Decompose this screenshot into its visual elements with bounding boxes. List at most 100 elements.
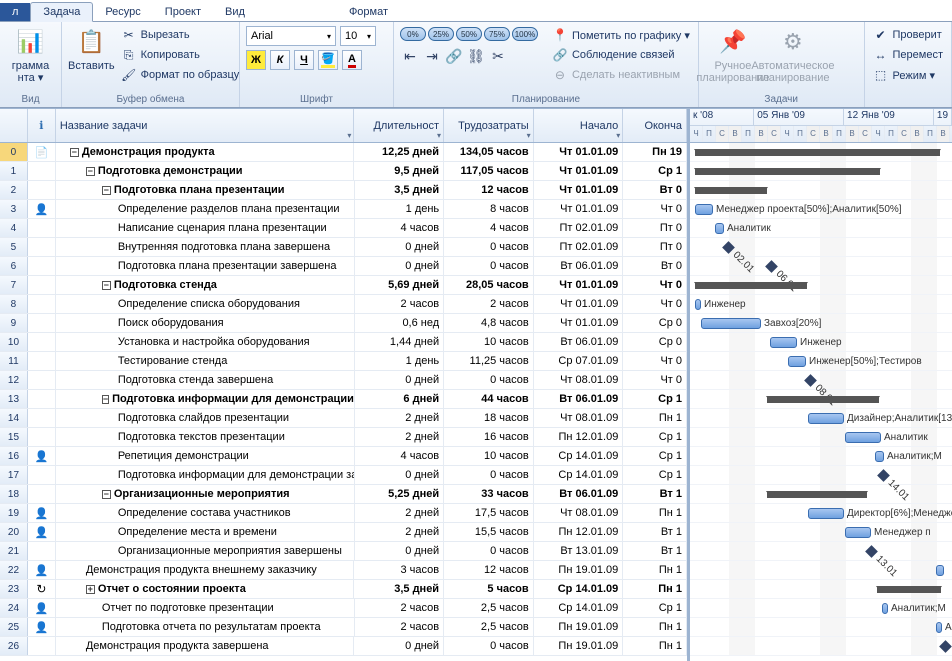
task-row[interactable]: 15Подготовка текстов презентации2 дней16…: [0, 428, 687, 447]
corner-cell[interactable]: [0, 109, 28, 142]
milestone[interactable]: 02.01: [722, 241, 735, 254]
gantt-body[interactable]: Менеджер проекта[50%];Аналитик[50%]Анали…: [690, 143, 952, 656]
pct-100-button[interactable]: 100%: [512, 27, 538, 41]
work-header[interactable]: Трудозатраты▾: [444, 109, 534, 142]
summary-bar[interactable]: [767, 396, 879, 403]
task-row[interactable]: 18−Организационные мероприятия5,25 дней3…: [0, 485, 687, 504]
summary-bar[interactable]: [695, 149, 940, 156]
task-row[interactable]: 21Организационные мероприятия завершены0…: [0, 542, 687, 561]
tab-resource[interactable]: Ресурс: [93, 3, 152, 21]
summary-bar[interactable]: [877, 586, 941, 593]
italic-button[interactable]: К: [270, 50, 290, 70]
summary-bar[interactable]: [695, 187, 767, 194]
task-bar[interactable]: Директор[6%];Менеджер: [808, 508, 844, 519]
task-bar[interactable]: Инженер[50%];Тестиров: [788, 356, 806, 367]
task-bar[interactable]: Менеджер проекта[50%];Аналитик[50%]: [695, 204, 713, 215]
task-bar[interactable]: Аналитик;М: [875, 451, 884, 462]
task-row[interactable]: 5Внутренняя подготовка плана завершена0 …: [0, 238, 687, 257]
format-painter-button[interactable]: 🖌Формат по образцу: [119, 66, 242, 84]
task-row[interactable]: 3👤Определение разделов плана презентации…: [0, 200, 687, 219]
summary-bar[interactable]: [767, 491, 867, 498]
task-row[interactable]: 19👤Определение состава участников2 дней1…: [0, 504, 687, 523]
cut-button[interactable]: ✂Вырезать: [119, 26, 242, 44]
inspect-button[interactable]: ✔Проверит: [871, 26, 945, 44]
task-bar[interactable]: Аналитик;М: [936, 622, 942, 633]
indicator-header[interactable]: ℹ: [28, 109, 56, 142]
task-row[interactable]: 0📄−Демонстрация продукта12,25 дней134,05…: [0, 143, 687, 162]
task-row[interactable]: 7−Подготовка стенда5,69 дней28,05 часовЧ…: [0, 276, 687, 295]
task-row[interactable]: 6Подготовка плана презентации завершена0…: [0, 257, 687, 276]
milestone[interactable]: 14.01: [877, 469, 890, 482]
bgcolor-button[interactable]: 🪣: [318, 50, 338, 70]
task-row[interactable]: 11Тестирование стенда1 день11,25 часовСр…: [0, 352, 687, 371]
task-bar[interactable]: Аналитик: [845, 432, 881, 443]
font-name-combo[interactable]: Arial▾: [246, 26, 336, 46]
summary-bar[interactable]: [695, 282, 807, 289]
respect-links-button[interactable]: 🔗Соблюдение связей: [550, 46, 692, 64]
task-row[interactable]: 14Подготовка слайдов презентации2 дней18…: [0, 409, 687, 428]
font-size-combo[interactable]: 10▾: [340, 26, 376, 46]
duration-header[interactable]: Длительност▾: [354, 109, 444, 142]
mode-button[interactable]: ⬚Режим ▾: [871, 66, 945, 84]
auto-schedule-button[interactable]: ⚙Автоматическое планирование: [765, 24, 821, 84]
unlink-button[interactable]: ⛓: [466, 47, 486, 65]
task-row[interactable]: 26Демонстрация продукта завершена0 дней0…: [0, 637, 687, 656]
finish-header[interactable]: Оконча: [623, 109, 687, 142]
overallocation-icon: 👤: [35, 602, 49, 615]
milestone[interactable]: [939, 640, 952, 653]
task-row[interactable]: 16👤Репетиция демонстрации4 часов10 часов…: [0, 447, 687, 466]
task-bar[interactable]: Завхоз[20%]: [701, 318, 761, 329]
pct-0-button[interactable]: 0%: [400, 27, 426, 41]
task-row[interactable]: 8Определение списка оборудования2 часов2…: [0, 295, 687, 314]
task-bar[interactable]: Инженер: [695, 299, 701, 310]
pin-icon: 📌: [717, 26, 749, 58]
task-row[interactable]: 1−Подготовка демонстрации9,5 дней117,05 …: [0, 162, 687, 181]
summary-bar[interactable]: [695, 168, 880, 175]
milestone[interactable]: 08.01: [804, 374, 817, 387]
task-row[interactable]: 17Подготовка информации для демонстрации…: [0, 466, 687, 485]
task-row[interactable]: 10Установка и настройка оборудования1,44…: [0, 333, 687, 352]
pct-25-button[interactable]: 25%: [428, 27, 454, 41]
task-row[interactable]: 13−Подготовка информации для демонстраци…: [0, 390, 687, 409]
task-row[interactable]: 23↻+Отчет о состоянии проекта3,5 дней5 ч…: [0, 580, 687, 599]
pct-75-button[interactable]: 75%: [484, 27, 510, 41]
gantt-view-button[interactable]: 📊грамма нта ▾: [6, 24, 55, 84]
task-bar[interactable]: Инженер: [770, 337, 797, 348]
paste-button[interactable]: 📋Вставить: [68, 24, 115, 72]
indent-button[interactable]: ⇥: [422, 47, 442, 65]
inactivate-button[interactable]: ⊖Сделать неактивным: [550, 66, 692, 84]
task-row[interactable]: 2−Подготовка плана презентации3,5 дней12…: [0, 181, 687, 200]
task-row[interactable]: 4Написание сценария плана презентации4 ч…: [0, 219, 687, 238]
bold-button[interactable]: Ж: [246, 50, 266, 70]
underline-button[interactable]: Ч: [294, 50, 314, 70]
task-bar[interactable]: Менеджер п: [845, 527, 871, 538]
task-row[interactable]: 12Подготовка стенда завершена0 дней0 час…: [0, 371, 687, 390]
move-button[interactable]: ↔Перемест: [871, 46, 945, 64]
split-button[interactable]: ✂: [488, 47, 508, 65]
tab-format[interactable]: Формат: [337, 3, 400, 21]
name-header[interactable]: Название задачи▾: [56, 109, 355, 142]
task-row[interactable]: 20👤Определение места и времени2 дней15,5…: [0, 523, 687, 542]
task-bar[interactable]: Дизайнер;Аналитик[13%: [808, 413, 844, 424]
task-bar[interactable]: Аналитик;М: [882, 603, 888, 614]
outdent-button[interactable]: ⇤: [400, 47, 420, 65]
milestone[interactable]: 06.01: [765, 260, 778, 273]
pct-50-button[interactable]: 50%: [456, 27, 482, 41]
task-row[interactable]: 22👤Демонстрация продукта внешнему заказч…: [0, 561, 687, 580]
task-bar[interactable]: [936, 565, 944, 576]
mark-on-track-button[interactable]: 📍Пометить по графику ▾: [550, 26, 692, 44]
copy-button[interactable]: ⎘Копировать: [119, 46, 242, 64]
group-tasks: Задачи: [705, 92, 858, 107]
tab-project[interactable]: Проект: [153, 3, 213, 21]
task-bar[interactable]: Аналитик: [715, 223, 724, 234]
link-button[interactable]: 🔗: [444, 47, 464, 65]
task-row[interactable]: 9Поиск оборудования0,6 нед4,8 часовЧт 01…: [0, 314, 687, 333]
tab-view[interactable]: Вид: [213, 3, 257, 21]
task-row[interactable]: 24👤Отчет по подготовке презентации2 часо…: [0, 599, 687, 618]
start-header[interactable]: Начало▾: [534, 109, 624, 142]
milestone[interactable]: 13.01: [865, 545, 878, 558]
tab-file[interactable]: л: [0, 3, 30, 21]
task-row[interactable]: 25👤Подготовка отчета по результатам прое…: [0, 618, 687, 637]
fontcolor-button[interactable]: A: [342, 50, 362, 70]
tab-task[interactable]: Задача: [30, 2, 93, 22]
